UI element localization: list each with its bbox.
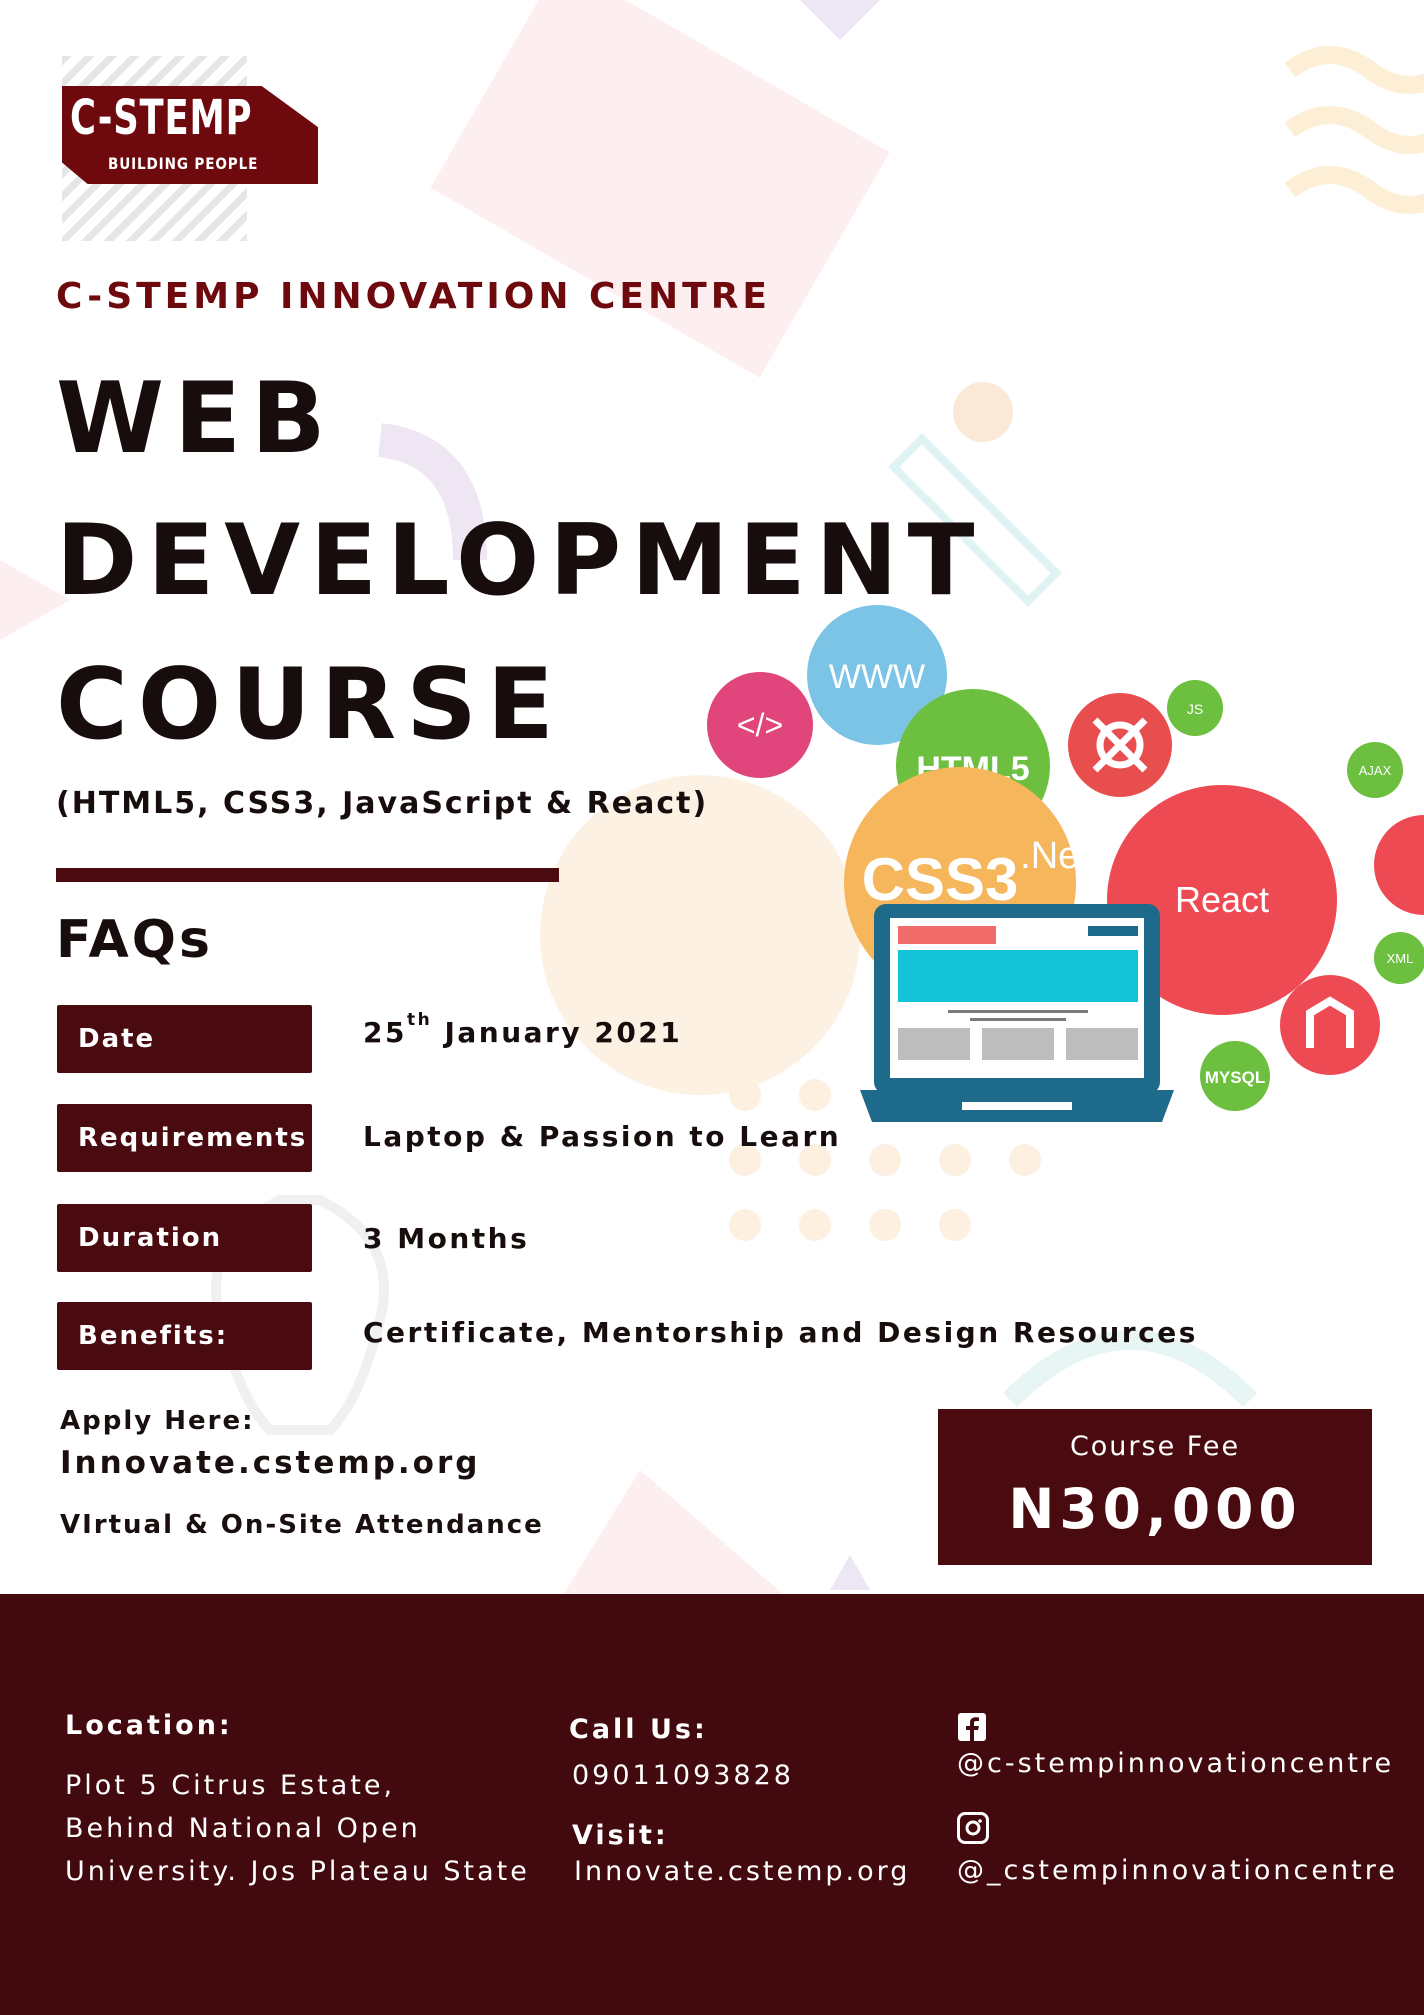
tech-illustration: </> WWW HTML5 JS AJAX CSS3 .Net React XM…	[707, 605, 1424, 1122]
magento-bubble	[1280, 975, 1380, 1075]
logo-tagline: BUILDING PEOPLE	[108, 154, 259, 173]
net-bubble-label: .Net	[1020, 835, 1090, 877]
faq-value-date: 25th January 2021	[363, 1010, 683, 1049]
title-line-2: DEVELOPMENT	[56, 504, 985, 618]
divider-rule	[56, 868, 559, 882]
faq-label-benefits: Benefits:	[57, 1302, 312, 1370]
instagram-icon[interactable]	[957, 1812, 989, 1844]
faqs-heading: FAQs	[56, 910, 213, 970]
footer	[0, 1594, 1424, 2015]
location-label: Location:	[65, 1710, 233, 1741]
css3-bubble-label: CSS3	[862, 846, 1019, 913]
faq-value-duration: 3 Months	[363, 1222, 530, 1255]
react-bubble-label: React	[1175, 879, 1269, 920]
drupal-bubble	[1374, 815, 1424, 915]
course-fee-box: Course Fee N30,000	[938, 1409, 1372, 1565]
faq-label-duration: Duration	[57, 1204, 312, 1272]
call-label: Call Us:	[569, 1714, 708, 1745]
instagram-handle[interactable]: @_cstempinnovationcentre	[957, 1855, 1398, 1886]
apply-url[interactable]: Innovate.cstemp.org	[60, 1445, 480, 1481]
apply-label: Apply Here:	[60, 1406, 255, 1436]
logo-text: C-STEMP	[70, 90, 253, 146]
course-subtitle: (HTML5, CSS3, JavaScript & React)	[56, 786, 709, 821]
laptop-illustration	[860, 904, 1174, 1122]
faq-value-benefits: Certificate, Mentorship and Design Resou…	[363, 1316, 1198, 1349]
code-bubble-label: </>	[737, 707, 783, 743]
title-line-3: COURSE	[56, 648, 564, 762]
course-fee-label: Course Fee	[1069, 1431, 1241, 1462]
www-bubble-label: WWW	[829, 658, 925, 696]
xml-bubble-label: XML	[1387, 951, 1414, 966]
attendance-note: VIrtual & On-Site Attendance	[60, 1510, 544, 1540]
faq-label-requirements: Requirements	[57, 1104, 312, 1172]
organization-name: C-STEMP INNOVATION CENTRE	[56, 276, 772, 317]
phone-number[interactable]: 09011093828	[572, 1760, 794, 1791]
title-line-1: WEB	[56, 362, 336, 476]
location-line-1: Plot 5 Citrus Estate,	[65, 1770, 396, 1801]
course-fee-amount: N30,000	[1008, 1477, 1302, 1541]
visit-label: Visit:	[572, 1820, 669, 1851]
location-line-2: Behind National Open	[65, 1813, 421, 1844]
facebook-icon[interactable]	[958, 1713, 986, 1741]
js-bubble-label: JS	[1187, 701, 1203, 717]
visit-url[interactable]: Innovate.cstemp.org	[574, 1856, 910, 1887]
faq-label-date: Date	[57, 1005, 312, 1073]
facebook-handle[interactable]: @c-stempinnovationcentre	[957, 1748, 1394, 1779]
location-line-3: University. Jos Plateau State	[65, 1856, 530, 1887]
ajax-bubble-label: AJAX	[1359, 763, 1392, 778]
mysql-bubble-label: MYSQL	[1205, 1068, 1265, 1087]
